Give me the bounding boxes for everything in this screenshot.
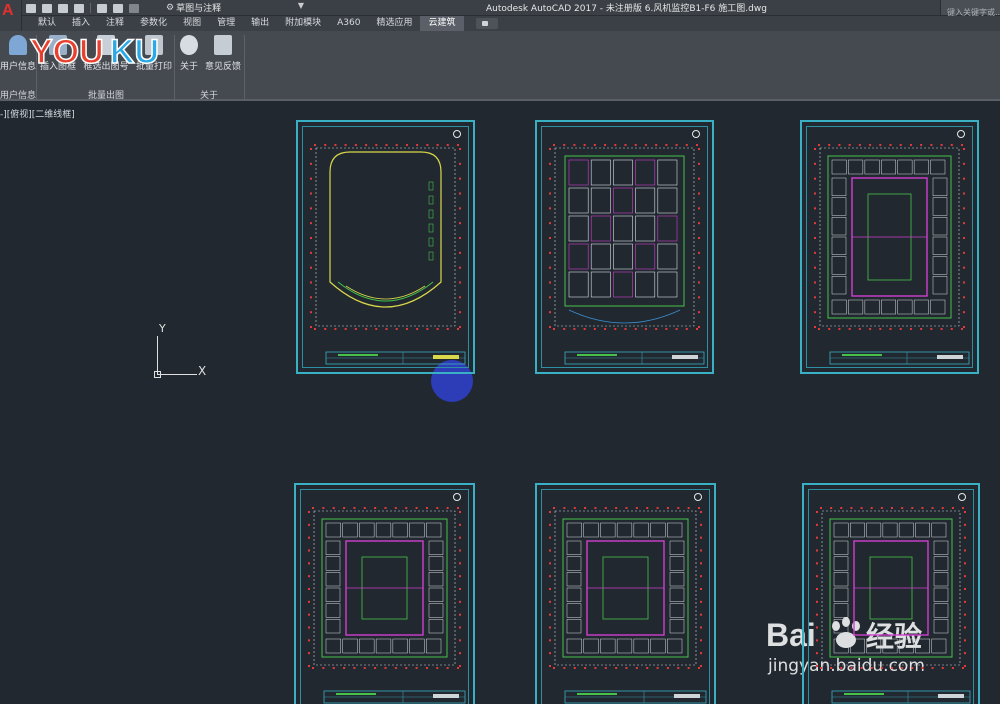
tab-annotate[interactable]: 注释: [98, 16, 132, 31]
panel-title-about: 关于: [200, 91, 219, 101]
floor-plan-drawing: [549, 144, 705, 365]
new-file-icon[interactable]: [26, 3, 36, 13]
ucs-icon: Y X: [150, 322, 220, 382]
tab-view[interactable]: 视图: [175, 16, 209, 31]
drawing-sheet[interactable]: [296, 120, 475, 374]
open-file-icon[interactable]: [42, 3, 52, 13]
viewport-controls[interactable]: -][俯视][二维线框]: [0, 107, 75, 120]
panel-title-batch-output: 批量出图: [88, 91, 125, 101]
panel-divider: [244, 35, 245, 99]
window-title: Autodesk AutoCAD 2017 - 未注册版 6.风机监控B1-F6…: [486, 4, 767, 14]
redo-icon[interactable]: [129, 3, 139, 13]
quick-access-toolbar: [26, 0, 139, 16]
floor-plan-drawing: [549, 507, 707, 704]
tab-manage[interactable]: 管理: [209, 16, 243, 31]
tab-insert[interactable]: 插入: [64, 16, 98, 31]
save-icon[interactable]: [58, 3, 68, 13]
svg-text:YOU: YOU: [30, 33, 104, 70]
panel-title-user-info: 用户信息: [0, 91, 37, 101]
drawing-sheet[interactable]: [294, 483, 475, 704]
undo-icon[interactable]: [113, 3, 123, 13]
gear-icon: ⚙: [166, 2, 175, 13]
tab-featured-apps[interactable]: 精选应用: [368, 16, 420, 31]
tab-addins[interactable]: 附加模块: [277, 16, 329, 31]
drawing-sheet[interactable]: [802, 483, 980, 704]
chevron-down-icon: ▼: [297, 1, 304, 10]
ucs-y-label: Y: [159, 322, 166, 335]
toolbar-divider: [90, 3, 91, 13]
youku-logo-icon: YOU KU: [29, 32, 160, 70]
tab-cloud-building[interactable]: 云建筑: [420, 16, 464, 31]
workspace-value: 草图与注释: [176, 4, 222, 14]
floor-plan-drawing: [310, 144, 466, 365]
tab-output[interactable]: 输出: [243, 16, 277, 31]
user-icon: [9, 35, 27, 55]
svg-text:KU: KU: [110, 33, 159, 70]
feedback-button[interactable]: 意见反馈: [204, 33, 242, 85]
title-bar: ⚙ 草图与注释 ▼ Autodesk AutoCAD 2017 - 未注册版 6…: [0, 0, 1000, 20]
floor-plan-drawing: [816, 507, 971, 704]
tab-default[interactable]: 默认: [30, 16, 64, 31]
ucs-x-label: X: [198, 364, 207, 378]
youku-watermark: YOU KU: [28, 30, 188, 70]
plot-icon[interactable]: [97, 3, 107, 13]
autocad-window: ⚙ 草图与注释 ▼ Autodesk AutoCAD 2017 - 未注册版 6…: [0, 0, 1000, 704]
floor-plan-drawing: [814, 144, 970, 365]
ribbon-tabs: 默认 插入 注释 参数化 视图 管理 输出 附加模块 A360 精选应用 云建筑: [22, 16, 1000, 31]
ribbon-toggle-icon[interactable]: [475, 18, 498, 29]
search-box[interactable]: [940, 0, 1000, 20]
drawing-sheet[interactable]: [535, 483, 716, 704]
feedback-icon: [214, 35, 232, 55]
app-menu-button[interactable]: A: [0, 0, 22, 32]
floor-plan-drawing: [308, 507, 466, 704]
autocad-logo-icon: A: [2, 2, 14, 19]
drawing-sheet[interactable]: [535, 120, 714, 374]
drawing-sheet[interactable]: [800, 120, 979, 374]
tab-parametric[interactable]: 参数化: [132, 16, 175, 31]
tab-a360[interactable]: A360: [329, 16, 368, 31]
save-as-icon[interactable]: [74, 3, 84, 13]
workspace-dropdown[interactable]: ⚙ 草图与注释 ▼: [166, 1, 306, 14]
